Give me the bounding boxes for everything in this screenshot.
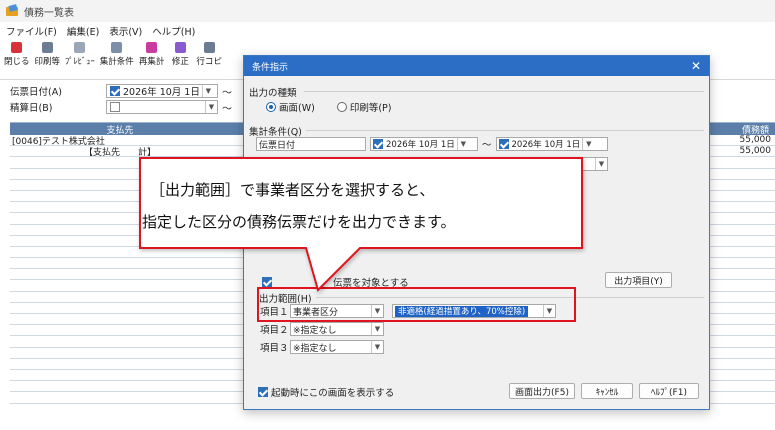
startup-checkbox-row[interactable]: 起動時にこの画面を表示する xyxy=(258,385,394,399)
chevron-down-icon[interactable]: ▼ xyxy=(595,158,607,170)
criteria-button[interactable]: 集計条件 xyxy=(100,42,134,67)
window-titlebar: 債務一覧表 xyxy=(0,0,775,22)
print-button[interactable]: 印刷等 xyxy=(35,42,60,67)
radio-icon xyxy=(266,102,276,112)
output-type-options: 画面(W) 印刷等(P) xyxy=(266,100,391,114)
menu-help[interactable]: ヘルプ(H) xyxy=(152,24,195,38)
preview-icon xyxy=(74,42,86,53)
range-highlight-box xyxy=(257,287,576,322)
screen-output-button[interactable]: 画面出力(F5) xyxy=(509,383,575,399)
criteria-field[interactable]: 伝票日付 xyxy=(256,137,366,151)
checkbox-icon[interactable] xyxy=(498,139,509,149)
filter-date-label: 伝票日付(A) xyxy=(10,87,62,98)
refresh-icon xyxy=(146,42,158,53)
chevron-down-icon[interactable]: ▼ xyxy=(371,323,383,335)
range-row-2: 項目２ ※指定なし ▼ xyxy=(260,322,384,336)
cancel-button[interactable]: ｷｬﾝｾﾙ xyxy=(581,383,633,399)
close-icon[interactable]: ✕ xyxy=(691,60,701,72)
help-button[interactable]: ﾍﾙﾌﾟ(F1) xyxy=(639,383,699,399)
menu-view[interactable]: 表示(V) xyxy=(109,24,142,38)
output-items-button[interactable]: 出力項目(Y) xyxy=(605,272,672,288)
filter-settle-from[interactable]: ▼ xyxy=(106,100,218,114)
chevron-down-icon[interactable]: ▼ xyxy=(582,138,594,150)
checkbox-icon[interactable] xyxy=(262,277,272,287)
row-copy-button[interactable]: 行コピ xyxy=(196,42,222,67)
dialog-title: 条件指示 xyxy=(252,62,289,73)
col-amount[interactable]: 債務額 xyxy=(705,123,775,136)
checkbox-icon[interactable] xyxy=(258,387,268,397)
printer-icon xyxy=(41,42,53,53)
output-type-label: 出力の種類 xyxy=(249,88,297,99)
criteria-row: 伝票日付 2026年 10月 1日 ▼ ～ 2026年 10月 1日 ▼ xyxy=(256,137,608,151)
app-icon xyxy=(6,5,19,17)
criteria-from[interactable]: 2026年 10月 1日 ▼ xyxy=(370,137,478,151)
range-row-3: 項目３ ※指定なし ▼ xyxy=(260,340,384,354)
criteria-dialog: 条件指示 ✕ 出力の種類 画面(W) 印刷等(P) 集計条件(Q) 伝票日付 2… xyxy=(243,55,710,410)
edit-button[interactable]: 修正 xyxy=(169,42,191,67)
edit-icon xyxy=(174,42,186,53)
menu-edit[interactable]: 編集(E) xyxy=(67,24,99,38)
close-icon xyxy=(11,42,23,53)
filter-icon xyxy=(111,42,123,53)
filter-date-from[interactable]: 2026年 10月 1日 ▼ xyxy=(106,84,218,98)
menu-file[interactable]: ファイル(F) xyxy=(6,24,57,38)
checkbox-icon[interactable] xyxy=(373,139,383,149)
criteria-value-2[interactable]: ▼ xyxy=(370,157,608,171)
criteria-to[interactable]: 2026年 10月 1日 ▼ xyxy=(495,137,608,151)
menu-bar: ファイル(F) 編集(E) 表示(V) ヘルプ(H) xyxy=(0,22,775,39)
copy-icon xyxy=(203,42,215,53)
range-field-3[interactable]: ※指定なし ▼ xyxy=(290,340,384,354)
chevron-down-icon[interactable]: ▼ xyxy=(205,101,217,113)
chevron-down-icon[interactable]: ▼ xyxy=(201,85,214,97)
criteria-row-2: ▼ xyxy=(256,157,608,171)
divider xyxy=(304,91,704,92)
window-title: 債務一覧表 xyxy=(24,7,74,19)
radio-icon xyxy=(336,102,347,112)
preview-button[interactable]: ﾌﾟﾚﾋﾞｭｰ xyxy=(65,42,95,67)
filter-settle-label: 精算日(B) xyxy=(10,103,53,114)
radio-print[interactable]: 印刷等(P) xyxy=(336,100,391,114)
chevron-down-icon[interactable]: ▼ xyxy=(456,138,469,150)
checkbox-icon[interactable] xyxy=(110,102,120,112)
criteria-label: 集計条件(Q) xyxy=(249,127,302,138)
chevron-down-icon[interactable]: ▼ xyxy=(371,341,383,353)
close-button[interactable]: 閉じる xyxy=(4,42,30,67)
dialog-body: 出力の種類 画面(W) 印刷等(P) 集計条件(Q) 伝票日付 2026年 10… xyxy=(244,76,709,409)
filter-date-row: 伝票日付(A) 2026年 10月 1日 ▼ ～ xyxy=(10,84,232,99)
checkbox-icon[interactable] xyxy=(110,86,120,96)
criteria-field-2[interactable] xyxy=(256,157,366,171)
dialog-titlebar: 条件指示 ✕ xyxy=(244,56,709,76)
filter-settle-row: 精算日(B) ▼ ～ xyxy=(10,100,232,115)
radio-screen[interactable]: 画面(W) xyxy=(266,100,315,114)
range-field-2[interactable]: ※指定なし ▼ xyxy=(290,322,384,336)
recalc-button[interactable]: 再集計 xyxy=(139,42,164,67)
divider xyxy=(306,130,704,131)
